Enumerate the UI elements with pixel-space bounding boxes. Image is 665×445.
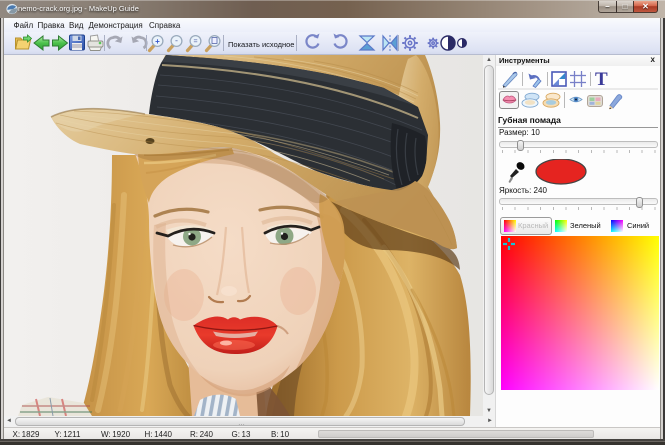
svg-text:=: = — [193, 39, 197, 46]
svg-text:T: T — [595, 69, 608, 90]
svg-text:+: + — [155, 37, 160, 46]
svg-text:-: - — [175, 36, 178, 46]
